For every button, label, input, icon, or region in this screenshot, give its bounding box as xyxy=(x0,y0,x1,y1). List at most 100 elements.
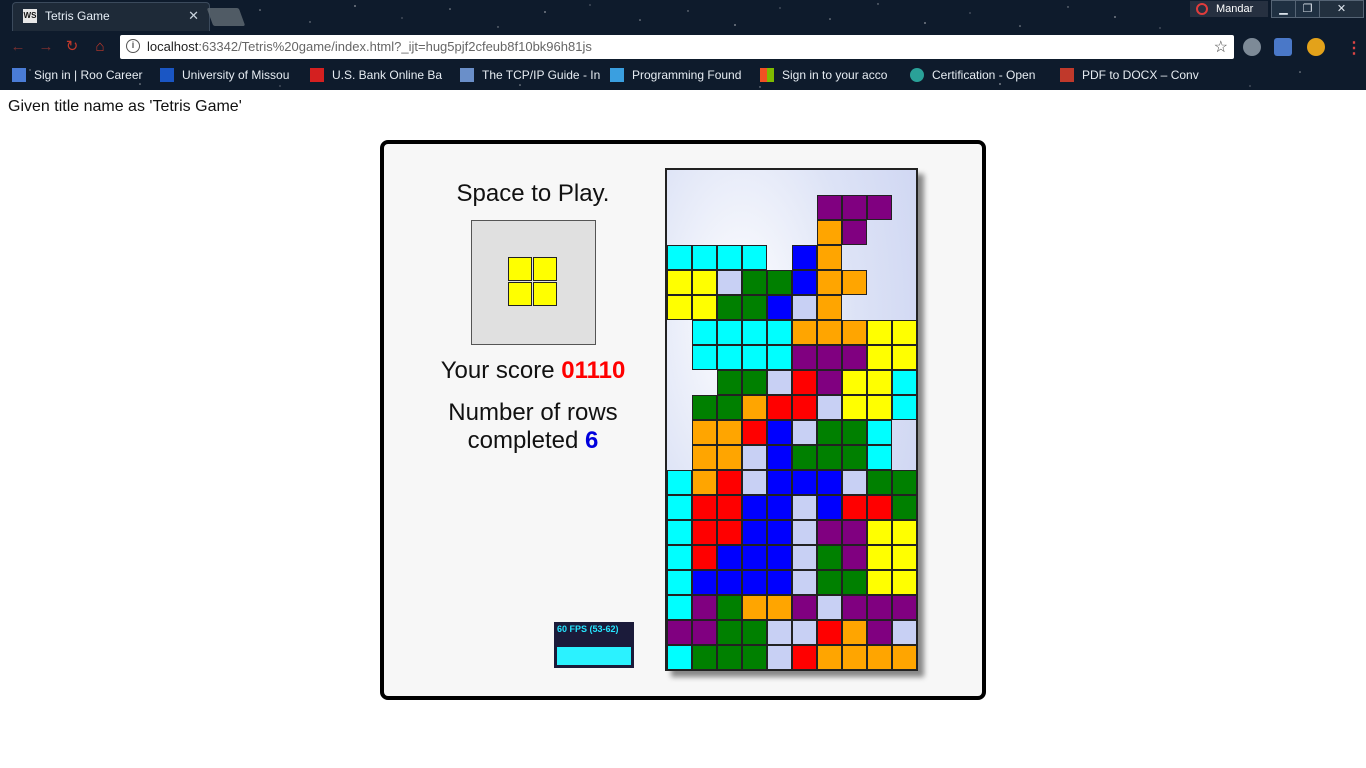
board-cell xyxy=(717,370,742,395)
board-cell xyxy=(792,245,817,270)
bookmark-item[interactable]: PDF to DOCX – Conv xyxy=(1060,67,1199,83)
board-cell xyxy=(692,570,717,595)
board-cell xyxy=(817,345,842,370)
board-cell xyxy=(717,395,742,420)
board-cell xyxy=(817,420,842,445)
board-cell xyxy=(742,645,767,669)
board-cell xyxy=(717,270,742,295)
fps-text: 60 FPS (53-62) xyxy=(557,624,619,634)
board-cell xyxy=(742,320,767,345)
reload-icon[interactable]: ↻ xyxy=(64,39,80,55)
fps-graph xyxy=(557,647,631,665)
board-cell xyxy=(742,520,767,545)
board-cell xyxy=(667,545,692,570)
board-cell xyxy=(867,320,892,345)
next-piece-preview xyxy=(471,220,596,345)
board-cell xyxy=(717,345,742,370)
board-cell xyxy=(817,520,842,545)
board-cell xyxy=(717,545,742,570)
board-cell xyxy=(867,570,892,595)
bookmark-favicon-icon xyxy=(760,68,774,82)
minimize-button[interactable]: ▁ xyxy=(1271,0,1296,18)
board-cell xyxy=(867,620,892,645)
board-cell xyxy=(792,370,817,395)
board-cell xyxy=(867,445,892,470)
board-cell xyxy=(767,395,792,420)
board-cell xyxy=(792,420,817,445)
bookmark-item[interactable]: Sign in | Roo Career xyxy=(12,67,143,83)
board-cell xyxy=(692,445,717,470)
board-cell xyxy=(717,295,742,320)
board-cell xyxy=(717,495,742,520)
bookmark-label: The TCP/IP Guide - In xyxy=(482,68,601,82)
webstorm-icon: WS xyxy=(23,9,37,23)
address-bar[interactable]: i localhost:63342/Tetris%20game/index.ht… xyxy=(120,35,1234,59)
forward-icon[interactable]: → xyxy=(38,39,54,55)
browser-menu-icon[interactable]: ⋮ xyxy=(1346,38,1362,58)
board-cell xyxy=(767,445,792,470)
bookmark-item[interactable]: Sign in to your acco xyxy=(760,67,887,83)
board-cell xyxy=(792,495,817,520)
bookmark-favicon-icon xyxy=(460,68,474,82)
bookmark-item[interactable]: Programming Found xyxy=(610,67,741,83)
bookmark-label: University of Missou xyxy=(182,68,290,82)
skype-extension-icon[interactable] xyxy=(1243,38,1261,56)
bookmark-label: PDF to DOCX – Conv xyxy=(1082,68,1199,82)
rows-completed-display: Number of rows completed 6 xyxy=(410,399,656,455)
board-cell xyxy=(892,645,916,669)
bookmark-star-icon[interactable]: ☆ xyxy=(1214,37,1228,57)
board-cell xyxy=(692,295,717,320)
bookmark-item[interactable]: The TCP/IP Guide - In xyxy=(460,67,600,83)
bookmark-item[interactable]: U.S. Bank Online Ba xyxy=(310,67,442,83)
board-cell xyxy=(817,245,842,270)
score-label: Your score xyxy=(440,357,555,384)
translate-extension-icon[interactable] xyxy=(1274,38,1292,56)
board-cell xyxy=(767,470,792,495)
board-cell xyxy=(692,420,717,445)
info-icon[interactable]: i xyxy=(126,39,140,53)
board-cell xyxy=(842,270,867,295)
board-cell xyxy=(842,545,867,570)
bookmark-item[interactable]: University of Missou xyxy=(160,67,289,83)
board-cell xyxy=(767,295,792,320)
board-cell xyxy=(792,445,817,470)
new-tab-button[interactable] xyxy=(206,8,246,26)
board-cell xyxy=(742,270,767,295)
board-cell xyxy=(892,595,916,620)
back-icon[interactable]: ← xyxy=(10,39,26,55)
board-cell xyxy=(767,420,792,445)
score-value: 01110 xyxy=(561,357,626,384)
board-cell xyxy=(717,470,742,495)
board-cell xyxy=(767,645,792,669)
board-cell xyxy=(742,570,767,595)
board-cell xyxy=(892,620,916,645)
board-cell xyxy=(667,520,692,545)
board-cell xyxy=(792,570,817,595)
board-cell xyxy=(767,345,792,370)
bookmark-item[interactable]: Certification - Open xyxy=(910,67,1035,83)
board-cell xyxy=(692,270,717,295)
close-tab-icon[interactable]: ✕ xyxy=(188,8,199,24)
board-cell xyxy=(817,570,842,595)
board-cell xyxy=(817,620,842,645)
board-cell xyxy=(767,370,792,395)
board-cell xyxy=(742,420,767,445)
tetris-board[interactable] xyxy=(665,168,918,671)
bookmark-favicon-icon xyxy=(610,68,624,82)
profile-badge[interactable]: Mandar xyxy=(1190,1,1268,17)
maximize-button[interactable]: ❐ xyxy=(1295,0,1320,18)
board-cell xyxy=(842,220,867,245)
board-cell xyxy=(717,320,742,345)
board-cell xyxy=(792,320,817,345)
profile-name: Mandar xyxy=(1216,3,1254,15)
close-window-button[interactable]: ✕ xyxy=(1319,0,1364,18)
board-cell xyxy=(842,395,867,420)
board-cell xyxy=(692,320,717,345)
board-cell xyxy=(867,345,892,370)
rows-label-line1: Number of rows xyxy=(448,399,618,426)
board-cell xyxy=(667,295,692,320)
rows-label-line2: completed xyxy=(467,427,579,454)
home-icon[interactable]: ⌂ xyxy=(92,39,108,55)
compass-extension-icon[interactable] xyxy=(1307,38,1325,56)
browser-tab[interactable]: WS Tetris Game ✕ xyxy=(12,2,210,31)
